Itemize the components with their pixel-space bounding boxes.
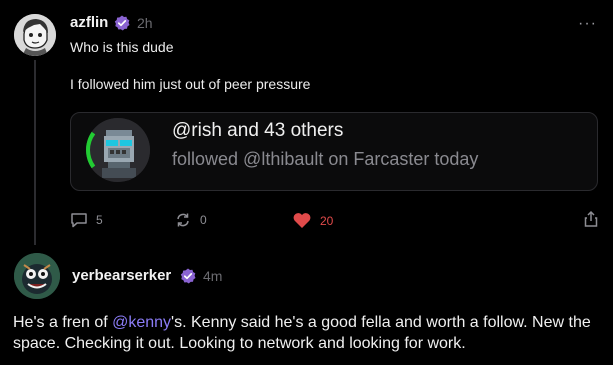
verified-badge-icon [114, 15, 130, 31]
share-icon[interactable] [583, 210, 599, 228]
post-text-start: He's a fren of [13, 314, 113, 331]
thread-line [34, 60, 36, 245]
post-text-line: Who is this dude [70, 39, 174, 55]
more-options-icon[interactable]: ··· [578, 15, 597, 33]
mention-link[interactable]: @kenny [112, 314, 171, 331]
like-button[interactable]: 20 [292, 212, 333, 229]
post-text: He's a fren of @kenny's. Kenny said he's… [13, 312, 603, 354]
embed-subtitle: followed @lthibault on Farcaster today [172, 149, 479, 169]
heart-icon [293, 213, 311, 228]
reply-button[interactable]: 5 [70, 212, 103, 228]
avatar[interactable] [14, 253, 60, 299]
username[interactable]: azflin [70, 14, 108, 31]
post-text-line: I followed him just out of peer pressure [70, 76, 311, 92]
avatar[interactable] [14, 14, 56, 56]
embed-title: @rish and 43 others [172, 120, 344, 141]
reply-count: 5 [96, 213, 103, 227]
verified-badge-icon [180, 268, 196, 284]
avatar-image [14, 253, 60, 299]
avatar-image [14, 14, 56, 56]
recast-button[interactable]: 0 [174, 212, 207, 228]
timestamp: 2h [137, 15, 153, 31]
embed-avatar [86, 118, 150, 182]
robot-avatar-image [86, 118, 150, 182]
comment-icon [71, 213, 87, 228]
username[interactable]: yerbearserker [72, 267, 171, 284]
timestamp: 4m [203, 268, 223, 284]
recast-icon [177, 213, 189, 227]
recast-count: 0 [200, 213, 207, 227]
like-count: 20 [320, 213, 334, 228]
